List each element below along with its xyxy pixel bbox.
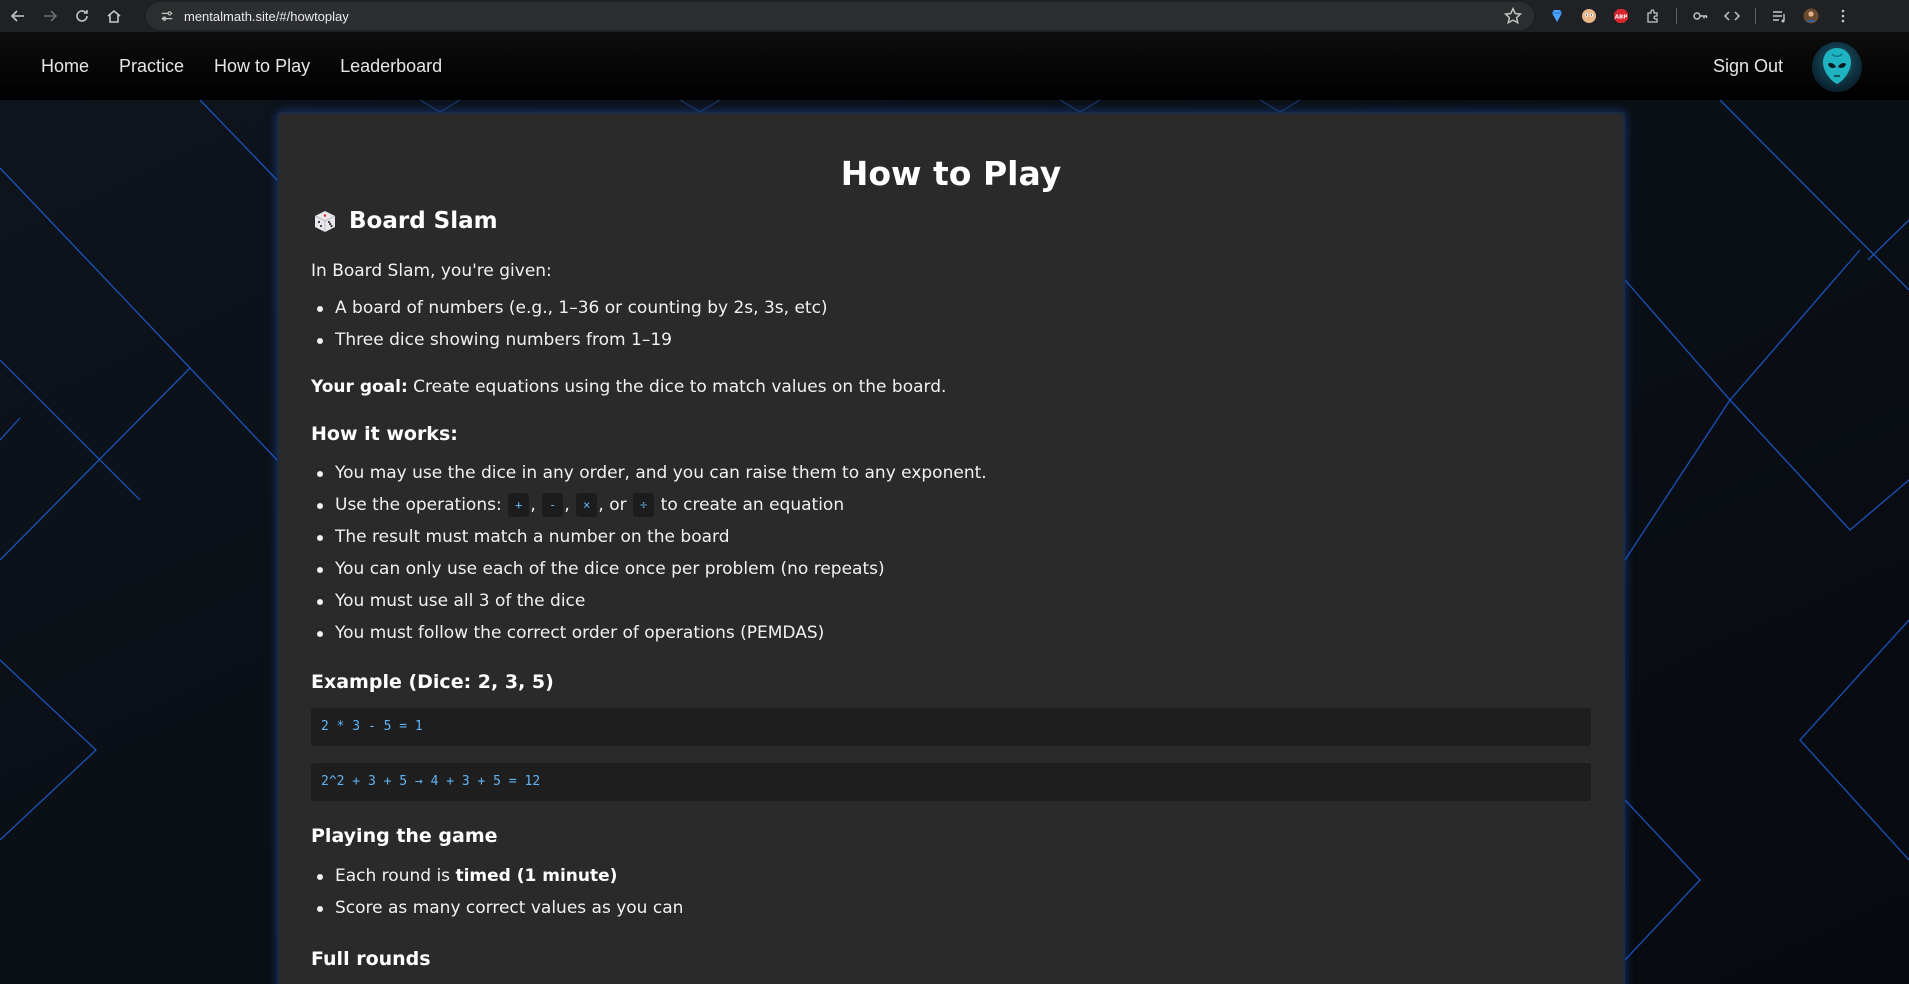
reload-icon[interactable] [68,2,96,30]
section-title-board-slam: Board Slam [311,207,498,235]
back-icon[interactable] [4,2,32,30]
browser-toolbar: mentalmath.site/#/howtoplay ABP [0,0,1909,32]
password-key-icon[interactable] [1691,7,1709,25]
separator: , or [598,495,627,515]
site-info-icon[interactable] [156,5,178,27]
url-text[interactable]: mentalmath.site/#/howtoplay [184,9,349,24]
minus-operator: - [542,493,564,517]
goal-text: Your goal: Create equations using the di… [311,377,946,397]
bookmark-star-icon[interactable] [1504,7,1522,25]
address-bar[interactable]: mentalmath.site/#/howtoplay [146,2,1534,30]
how-to-play-card: How to Play Board Slam In Board Slam, yo… [277,112,1625,984]
goal-label: Your goal: [311,377,408,397]
given-list: A board of numbers (e.g., 1–36 or counti… [311,292,828,356]
site-navbar: Home Practice How to Play Leaderboard Si… [0,32,1909,100]
list-item: Three dice showing numbers from 1–19 [311,324,828,356]
example-heading: Example (Dice: 2, 3, 5) [311,671,554,693]
list-item: Each round is timed (1 minute) [311,860,683,892]
list-item: You must use all 3 of the dice [311,585,987,617]
alien-avatar-icon [1823,48,1851,84]
list-item: Score as many correct values as you can [311,892,683,924]
separator: , [564,495,570,515]
face-extension-icon[interactable] [1580,7,1598,25]
nav-leaderboard-link[interactable]: Leaderboard [340,56,442,77]
forward-icon[interactable] [36,2,64,30]
how-it-works-heading: How it works: [311,423,458,445]
full-rounds-heading: Full rounds [311,948,431,970]
toolbar-divider [1676,8,1677,24]
gem-extension-icon[interactable] [1548,7,1566,25]
intro-text: In Board Slam, you're given: [311,261,552,281]
list-item: A board of numbers (e.g., 1–36 or counti… [311,292,828,324]
list-item: You may use the dice in any order, and y… [311,457,987,489]
puzzle-extensions-icon[interactable] [1644,7,1662,25]
nav-practice-link[interactable]: Practice [119,56,184,77]
reading-list-icon[interactable] [1770,7,1788,25]
profile-avatar-icon[interactable] [1802,7,1820,25]
operations-suffix: to create an equation [660,495,845,515]
home-icon[interactable] [100,2,128,30]
example-code-1: 2 * 3 - 5 = 1 [311,708,1591,746]
divide-operator: ÷ [633,493,655,517]
extensions-area: ABP [1548,0,1852,32]
timed-bold: timed (1 minute) [455,866,618,886]
rules-list: You may use the dice in any order, and y… [311,457,987,649]
user-avatar[interactable] [1812,42,1862,92]
adblock-extension-icon[interactable]: ABP [1612,7,1630,25]
separator: , [530,495,536,515]
nav-how-to-play-link[interactable]: How to Play [214,56,310,77]
playing-list: Each round is timed (1 minute) Score as … [311,860,683,924]
plus-operator: + [508,493,530,517]
goal-description: Create equations using the dice to match… [407,377,947,397]
list-item: The result must match a number on the bo… [311,521,987,553]
nav-home-link[interactable]: Home [41,56,89,77]
list-item: You must follow the correct order of ope… [311,617,987,649]
toolbar-divider [1755,8,1756,24]
section-title-text: Board Slam [349,208,498,234]
list-item-operations: Use the operations: +, -, ×, or ÷ to cre… [311,489,987,521]
playing-heading: Playing the game [311,825,498,847]
multiply-operator: × [576,493,598,517]
list-item: You can only use each of the dice once p… [311,553,987,585]
browser-menu-icon[interactable] [1834,7,1852,25]
code-icon[interactable] [1723,7,1741,25]
timed-prefix: Each round is [335,866,456,886]
page-title: How to Play [840,154,1062,193]
svg-text:ABP: ABP [1615,15,1627,21]
operations-prefix: Use the operations: [335,495,508,515]
dice-icon [314,211,336,232]
example-code-2: 2^2 + 3 + 5 → 4 + 3 + 5 = 12 [311,763,1591,801]
sign-out-link[interactable]: Sign Out [1713,56,1783,77]
